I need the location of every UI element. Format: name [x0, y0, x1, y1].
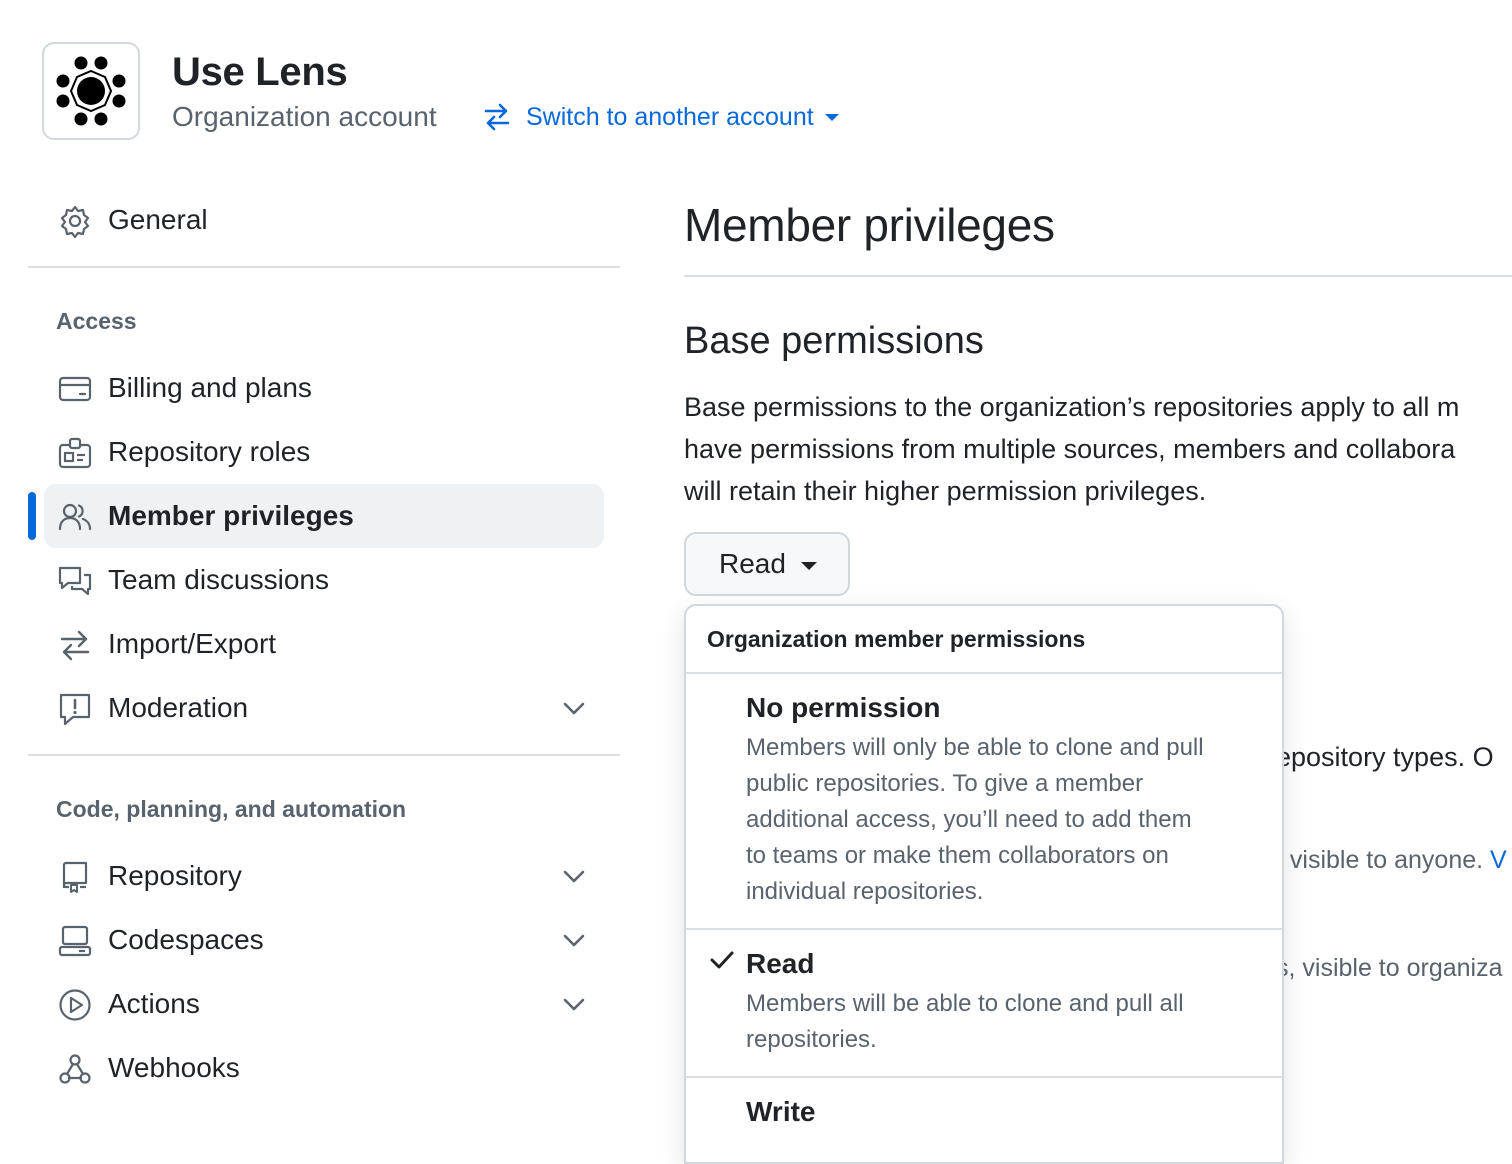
sidebar-heading-code: Code, planning, and automation — [56, 796, 407, 822]
option-title: No permission — [746, 692, 941, 723]
sidebar-divider — [28, 266, 620, 268]
description-line: have permissions from multiple sources, … — [684, 434, 1456, 464]
sidebar-item-label: Codespaces — [108, 924, 264, 955]
dropdown-header-label: Organization member permissions — [707, 626, 1086, 652]
sidebar-item-actions[interactable]: Actions — [44, 972, 604, 1036]
comment-discussion-icon — [58, 566, 92, 596]
option-description-line: additional access, you’ll need to add th… — [746, 806, 1192, 833]
org-account-type: Organization account — [172, 101, 437, 132]
repository-types-text: epository types. O — [1276, 742, 1494, 772]
chevron-down-icon[interactable] — [562, 864, 586, 888]
page-title: Member privileges — [684, 199, 1055, 251]
permission-option-no-permission[interactable]: No permission Members will only be able … — [686, 672, 1282, 930]
check-icon — [710, 951, 734, 969]
section-title-base-permissions: Base permissions — [684, 320, 984, 362]
description-line: will retain their higher permission priv… — [684, 476, 1207, 506]
caret-down-icon — [801, 562, 817, 570]
sidebar-item-general[interactable]: General — [44, 188, 604, 252]
sidebar-divider — [28, 754, 620, 756]
codespaces-icon — [58, 925, 92, 957]
report-icon — [59, 693, 91, 726]
id-badge-icon — [58, 437, 92, 469]
org-name: Use Lens — [172, 50, 348, 94]
option-description-line: to teams or make them collaborators on — [746, 842, 1169, 869]
sidebar-item-label: Team discussions — [108, 564, 329, 595]
sidebar-item-repository-roles[interactable]: Repository roles — [44, 420, 604, 484]
base-permission-select-button[interactable]: Read — [684, 532, 850, 596]
dropdown-header: Organization member permissions — [686, 606, 1282, 674]
chevron-down-icon[interactable] — [562, 992, 586, 1016]
chevron-down-icon[interactable] — [562, 696, 586, 720]
repo-icon — [62, 861, 88, 893]
option-description-line: individual repositories. — [746, 878, 984, 905]
learn-more-link[interactable]: V — [1490, 846, 1507, 874]
option-description-line: repositories. — [746, 1026, 877, 1053]
org-avatar — [42, 42, 140, 140]
option-description-line: Members will be able to clone and pull a… — [746, 990, 1184, 1017]
option-description: Members will be able to clone and pull a… — [746, 986, 1256, 1058]
sidebar-item-webhooks[interactable]: Webhooks — [44, 1036, 604, 1100]
active-indicator — [28, 492, 36, 540]
sidebar-item-billing[interactable]: Billing and plans — [44, 356, 604, 420]
sidebar-item-team-discussions[interactable]: Team discussions — [44, 548, 604, 612]
sidebar-item-repository[interactable]: Repository — [44, 844, 604, 908]
base-permissions-description: Base permissions to the organization’s r… — [684, 386, 1512, 512]
switch-account-label: Switch to another account — [526, 103, 814, 131]
sidebar-item-label: Repository roles — [108, 436, 311, 467]
sidebar-item-label: Repository — [108, 860, 242, 891]
sidebar-item-moderation[interactable]: Moderation — [44, 676, 604, 740]
sidebar-item-member-privileges[interactable]: Member privileges — [44, 484, 604, 548]
switch-account-button[interactable]: Switch to another account — [482, 100, 840, 134]
option-title: Write — [746, 1096, 816, 1127]
caret-down-icon — [824, 114, 839, 121]
sidebar-item-label: General — [108, 204, 208, 235]
permission-option-write[interactable]: Write — [686, 1076, 1282, 1162]
option-description-line: public repositories. To give a member — [746, 770, 1144, 797]
arrow-switch-icon — [60, 630, 90, 661]
option-description: Members will only be able to clone and p… — [746, 730, 1256, 910]
sidebar-item-label: Billing and plans — [108, 372, 312, 403]
option-description-line: Members will only be able to clone and p… — [746, 734, 1204, 761]
play-icon — [59, 989, 91, 1021]
visible-anyone-text: , visible to anyone. — [1276, 846, 1491, 874]
webhook-icon — [59, 1054, 91, 1084]
sidebar-item-label: Actions — [108, 988, 200, 1019]
arrow-switch-icon — [484, 103, 510, 131]
sidebar-item-label: Import/Export — [108, 628, 277, 659]
visibility-internal-text: s, visible to organiza — [1276, 954, 1503, 982]
permission-option-read[interactable]: Read Members will be able to clone and p… — [686, 928, 1282, 1078]
selected-permission-label: Read — [719, 548, 786, 579]
gear-icon — [60, 205, 90, 238]
option-title: Read — [746, 948, 815, 979]
sidebar-item-label: Webhooks — [108, 1052, 240, 1083]
sidebar-item-label: Member privileges — [108, 500, 354, 531]
visibility-public-text: , visible to anyone. V — [1276, 846, 1507, 875]
credit-card-icon — [58, 376, 92, 402]
description-line: Base permissions to the organization’s r… — [684, 392, 1460, 422]
chevron-down-icon[interactable] — [562, 928, 586, 952]
sidebar-item-import-export[interactable]: Import/Export — [44, 612, 604, 676]
title-divider — [684, 275, 1512, 277]
sidebar-item-codespaces[interactable]: Codespaces — [44, 908, 604, 972]
org-logo-icon — [56, 56, 126, 126]
people-icon — [58, 503, 92, 531]
permission-dropdown-menu: Organization member permissions No permi… — [684, 604, 1284, 1164]
sidebar-heading-access: Access — [56, 308, 137, 334]
sidebar-item-label: Moderation — [108, 692, 249, 723]
